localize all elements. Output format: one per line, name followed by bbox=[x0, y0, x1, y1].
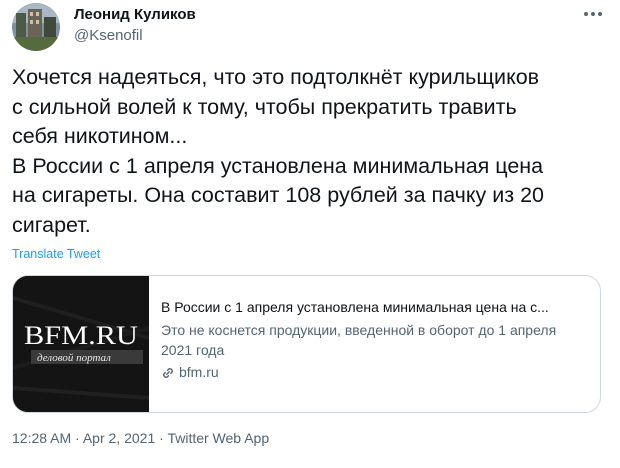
card-domain-text: bfm.ru bbox=[179, 364, 219, 380]
card-thumb-logo: BFM.RU bbox=[24, 321, 138, 350]
link-card[interactable]: BFM.RU деловой портал В России с 1 апрел… bbox=[12, 275, 601, 413]
more-icon[interactable] bbox=[578, 2, 608, 26]
tweet-line: на сигареты. Она составит 108 рублей за … bbox=[12, 183, 545, 207]
tweet-line: себя никотином... bbox=[12, 124, 188, 148]
tweet-meta: 12:28 AM · Apr 2, 2021 · Twitter Web App bbox=[12, 430, 269, 446]
tweet: Леонид Куликов @Ksenofil Хочется надеять… bbox=[0, 0, 620, 468]
author-name[interactable]: Леонид Куликов bbox=[74, 6, 196, 23]
meta-separator: · bbox=[75, 430, 80, 446]
card-description: Это не коснется продукции, введенной в о… bbox=[161, 322, 557, 358]
avatar[interactable] bbox=[12, 3, 60, 51]
link-icon bbox=[161, 366, 175, 380]
tweet-text: Хочется надеяться, что это подтолкнёт ку… bbox=[12, 63, 612, 240]
card-thumbnail: BFM.RU деловой портал bbox=[13, 276, 149, 412]
card-title: В России с 1 апреля установлена минималь… bbox=[161, 299, 549, 315]
translate-tweet-link[interactable]: Translate Tweet bbox=[12, 247, 100, 261]
tweet-date[interactable]: Apr 2, 2021 bbox=[83, 430, 155, 446]
card-thumb-subtitle: деловой портал bbox=[37, 352, 111, 364]
author-handle[interactable]: @Ksenofil bbox=[74, 27, 143, 44]
tweet-line: Хочется надеяться, что это подтолкнёт ку… bbox=[12, 65, 540, 89]
tweet-line: В России с 1 апреля установлена минималь… bbox=[12, 153, 544, 178]
card-domain: bfm.ru bbox=[161, 363, 589, 382]
meta-separator: · bbox=[159, 430, 164, 446]
tweet-source[interactable]: Twitter Web App bbox=[167, 430, 269, 446]
tweet-time[interactable]: 12:28 AM bbox=[12, 430, 71, 446]
tweet-line: сигарет. bbox=[12, 212, 91, 237]
card-info: В России с 1 апреля установлена минималь… bbox=[161, 298, 589, 382]
tweet-line: с сильной волей к тому, чтобы прекратить… bbox=[12, 94, 517, 119]
